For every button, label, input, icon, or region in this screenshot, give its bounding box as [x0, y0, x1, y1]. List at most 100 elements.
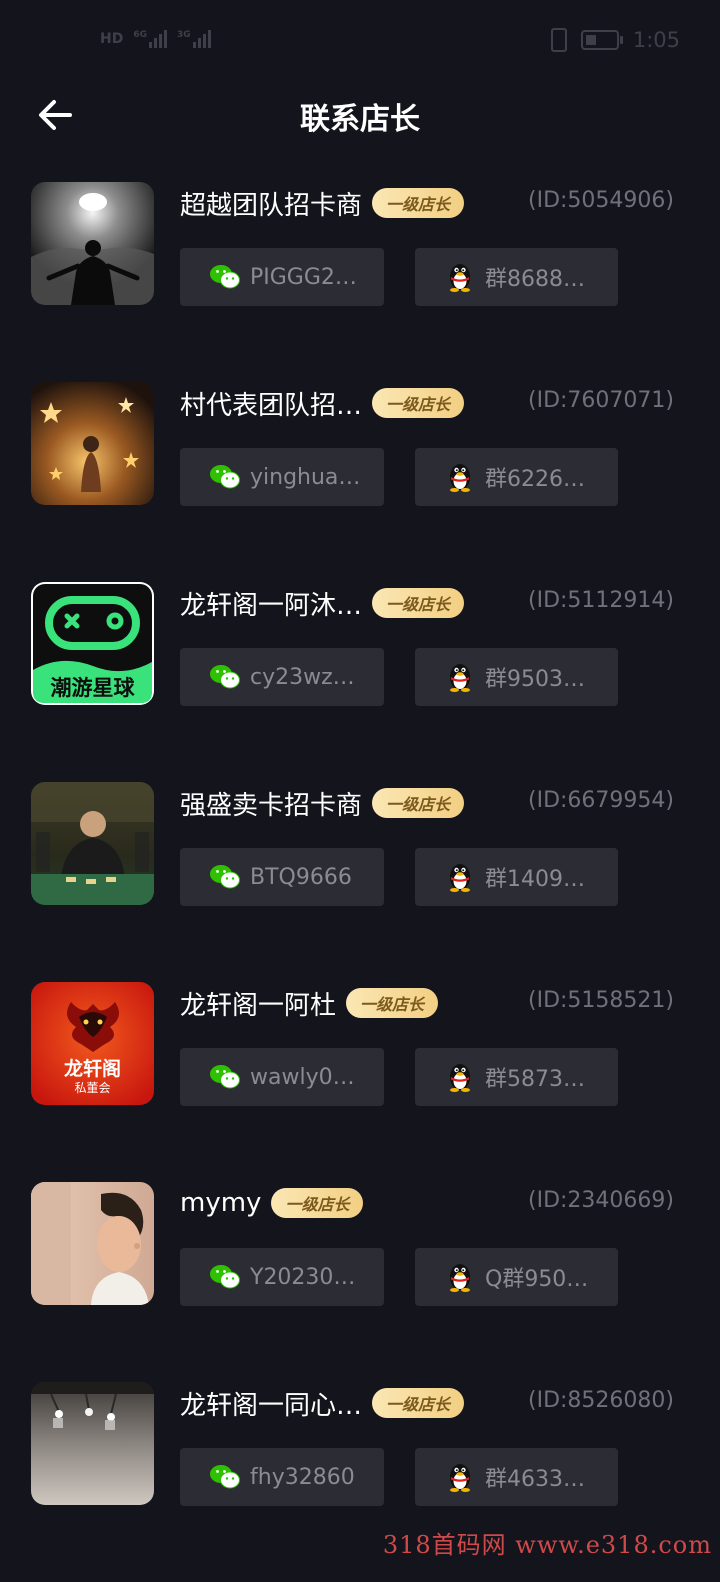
shop-name: mymy [180, 1188, 262, 1218]
qq-contact-button[interactable]: 群9503… [415, 648, 618, 706]
wechat-contact-button[interactable]: wawly0… [180, 1048, 384, 1106]
qq-group: 群9503… [485, 667, 585, 692]
shop-id: (ID:2340669) [528, 1188, 674, 1213]
wechat-id: cy23wz… [250, 664, 355, 690]
shop-name: 强盛卖卡招卡商 [180, 790, 363, 821]
wechat-icon [210, 865, 240, 889]
list-item[interactable]: 村代表团队招… 一级店长 (ID:7607071) yinghua… 群6226… [0, 382, 720, 582]
level-badge: 一级店长 [372, 588, 465, 618]
level-badge: 一级店长 [372, 1388, 465, 1418]
wechat-contact-button[interactable]: cy23wz… [180, 648, 384, 706]
level-badge: 一级店长 [346, 988, 439, 1018]
shop-name: 龙轩阁一阿杜 [180, 990, 337, 1021]
wechat-icon [210, 465, 240, 489]
shop-list: 超越团队招卡商 一级店长 (ID:5054906) PIGGG2… 群8688…… [0, 182, 720, 1582]
avatar-text: 潮游星球 [51, 676, 136, 700]
watermark: 318首码网 www.e318.com [382, 1531, 712, 1559]
qq-penguin-icon [450, 1264, 470, 1292]
name-line: 强盛卖卡招卡商 一级店长 [180, 784, 465, 822]
signal-3g-icon: 3G [177, 30, 211, 48]
qq-contact-button[interactable]: Q群950… [415, 1248, 618, 1306]
list-item[interactable]: 超越团队招卡商 一级店长 (ID:5054906) PIGGG2… 群8688… [0, 182, 720, 382]
shop-id: (ID:5054906) [528, 188, 674, 213]
list-item[interactable]: 龙轩阁 私董会 龙轩阁一阿杜 一级店长 (ID:5158521) wawly0… [0, 982, 720, 1182]
level-badge: 一级店长 [372, 188, 465, 218]
shop-name: 村代表团队招… [180, 390, 363, 421]
list-item[interactable]: 强盛卖卡招卡商 一级店长 (ID:6679954) BTQ9666 群1409… [0, 782, 720, 982]
shop-id: (ID:5112914) [528, 588, 674, 613]
page-title: 联系店长 [300, 102, 420, 137]
avatar[interactable]: 龙轩阁 私董会 [31, 982, 154, 1105]
qq-penguin-icon [450, 264, 470, 292]
qq-group: 群8688… [485, 267, 585, 292]
shop-name: 龙轩阁一阿沐… [180, 590, 363, 621]
shop-name: 超越团队招卡商 [180, 190, 363, 221]
wechat-id: fhy32860 [250, 1464, 355, 1490]
clock: 1:05 [632, 28, 680, 52]
wechat-icon [210, 1065, 240, 1089]
name-line: 龙轩阁一同心… 一级店长 [180, 1384, 465, 1422]
wechat-id: BTQ9666 [250, 864, 352, 890]
qq-penguin-icon [450, 1064, 470, 1092]
avatar[interactable] [31, 1382, 154, 1505]
wechat-icon [210, 1465, 240, 1489]
qq-contact-button[interactable]: 群6226… [415, 448, 618, 506]
wechat-icon [210, 1265, 240, 1289]
qq-group: Q群950… [485, 1267, 589, 1292]
avatar-text: 龙轩阁 [64, 1057, 121, 1080]
signal-3g-label: 3G [177, 30, 191, 40]
list-item[interactable]: mymy 一级店长 (ID:2340669) Y20230… Q群950… [0, 1182, 720, 1382]
level-badge: 一级店长 [372, 788, 465, 818]
network-indicators: HD 6G 3G [100, 30, 211, 48]
shop-id: (ID:8526080) [528, 1388, 674, 1413]
qq-group: 群4633… [485, 1467, 585, 1492]
battery-icon [580, 30, 623, 50]
shop-id: (ID:5158521) [528, 988, 674, 1013]
wechat-contact-button[interactable]: fhy32860 [180, 1448, 384, 1506]
qq-penguin-icon [450, 1464, 470, 1492]
qq-penguin-icon [450, 464, 470, 492]
wechat-contact-button[interactable]: PIGGG2… [180, 248, 384, 306]
avatar[interactable]: 潮游星球 [31, 582, 154, 705]
wechat-icon [210, 665, 240, 689]
qq-group: 群6226… [485, 467, 585, 492]
wechat-contact-button[interactable]: Y20230… [180, 1248, 384, 1306]
qq-group: 群5873… [485, 1067, 585, 1092]
qq-penguin-icon [450, 664, 470, 692]
wechat-contact-button[interactable]: yinghua… [180, 448, 384, 506]
name-line: mymy 一级店长 [180, 1184, 364, 1222]
shop-id: (ID:6679954) [528, 788, 674, 813]
name-line: 龙轩阁一阿沐… 一级店长 [180, 584, 465, 622]
wechat-id: wawly0… [250, 1064, 355, 1090]
avatar[interactable] [31, 1182, 154, 1305]
name-line: 村代表团队招… 一级店长 [180, 384, 465, 422]
name-line: 龙轩阁一阿杜 一级店长 [180, 984, 439, 1022]
wechat-icon [210, 265, 240, 289]
status-bar: HD 6G 3G 1:05 [0, 0, 720, 80]
wechat-contact-button[interactable]: BTQ9666 [180, 848, 384, 906]
avatar[interactable] [31, 182, 154, 305]
list-item[interactable]: 潮游星球 龙轩阁一阿沐… 一级店长 (ID:5112914) cy23wz… 群… [0, 582, 720, 782]
qq-contact-button[interactable]: 群1409… [415, 848, 618, 906]
signal-6g-label: 6G [133, 30, 147, 40]
avatar[interactable] [31, 782, 154, 905]
hd-indicator: HD [100, 31, 124, 47]
wechat-id: Y20230… [250, 1264, 356, 1290]
qq-contact-button[interactable]: 群8688… [415, 248, 618, 306]
wechat-id: PIGGG2… [250, 264, 357, 290]
shop-id: (ID:7607071) [528, 388, 674, 413]
avatar[interactable] [31, 382, 154, 505]
status-right: 1:05 [550, 28, 680, 52]
qq-group: 群1409… [485, 867, 585, 892]
qq-penguin-icon [450, 864, 470, 892]
vibrate-icon [550, 28, 567, 52]
level-badge: 一级店长 [271, 1188, 364, 1218]
header: 联系店长 [0, 80, 720, 150]
level-badge: 一级店长 [372, 388, 465, 418]
shop-name: 龙轩阁一同心… [180, 1390, 363, 1421]
qq-contact-button[interactable]: 群4633… [415, 1448, 618, 1506]
name-line: 超越团队招卡商 一级店长 [180, 184, 465, 222]
qq-contact-button[interactable]: 群5873… [415, 1048, 618, 1106]
signal-6g-icon: 6G [133, 30, 167, 48]
avatar-subtext: 私董会 [74, 1081, 110, 1095]
